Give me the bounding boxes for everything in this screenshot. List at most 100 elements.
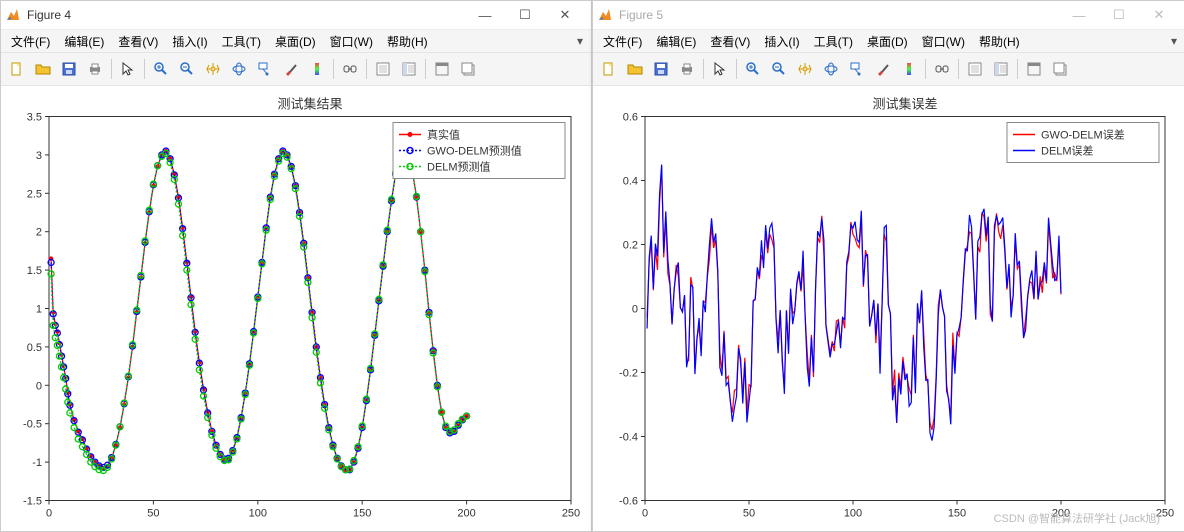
new-file-icon[interactable] — [597, 57, 621, 81]
titlebar[interactable]: Figure 4 — ☐ ✕ — [1, 1, 591, 30]
colorbar-icon[interactable] — [897, 57, 921, 81]
pointer-icon[interactable] — [116, 57, 140, 81]
plottools-on-icon[interactable] — [397, 57, 421, 81]
zoom-out-icon[interactable] — [767, 57, 791, 81]
menu-view[interactable]: 查看(V) — [112, 31, 164, 52]
legend-entry: GWO-DELM误差 — [1041, 128, 1125, 142]
svg-text:50: 50 — [743, 508, 755, 520]
menubar: 文件(F) 编辑(E) 查看(V) 插入(I) 工具(T) 桌面(D) 窗口(W… — [1, 30, 591, 53]
svg-text:0.6: 0.6 — [623, 112, 638, 124]
maximize-button[interactable]: ☐ — [505, 2, 545, 28]
plot-area[interactable]: 050100150200250-0.6-0.4-0.200.20.40.6测试集… — [593, 86, 1184, 531]
legend-entry: DELM预测值 — [427, 161, 491, 174]
close-button[interactable]: ✕ — [1139, 2, 1179, 28]
menu-tools[interactable]: 工具(T) — [808, 31, 859, 52]
menu-edit[interactable]: 编辑(E) — [650, 31, 702, 52]
dock-icon[interactable] — [1022, 57, 1046, 81]
svg-text:0: 0 — [642, 508, 648, 520]
menu-tools[interactable]: 工具(T) — [216, 31, 267, 52]
menu-desktop[interactable]: 桌面(D) — [861, 31, 914, 52]
svg-text:2.5: 2.5 — [27, 188, 42, 200]
svg-text:200: 200 — [457, 508, 475, 520]
menu-view[interactable]: 查看(V) — [704, 31, 756, 52]
svg-text:250: 250 — [1156, 508, 1174, 520]
svg-text:0: 0 — [46, 508, 52, 520]
open-file-icon[interactable] — [31, 57, 55, 81]
menu-help[interactable]: 帮助(H) — [381, 31, 434, 52]
open-file-icon[interactable] — [623, 57, 647, 81]
data-cursor-icon[interactable] — [253, 57, 277, 81]
legend-entry: 真实值 — [427, 128, 460, 142]
svg-text:0.2: 0.2 — [623, 240, 638, 252]
menu-help[interactable]: 帮助(H) — [973, 31, 1026, 52]
menubar: 文件(F) 编辑(E) 查看(V) 插入(I) 工具(T) 桌面(D) 窗口(W… — [593, 30, 1184, 53]
print-icon[interactable] — [83, 57, 107, 81]
menubar-overflow-icon[interactable]: ▾ — [573, 34, 587, 48]
menu-insert[interactable]: 插入(I) — [166, 31, 213, 52]
toolbar — [1, 53, 591, 86]
new-file-icon[interactable] — [5, 57, 29, 81]
minimize-button[interactable]: — — [1059, 2, 1099, 28]
svg-text:0: 0 — [632, 304, 638, 316]
undock-icon[interactable] — [456, 57, 480, 81]
svg-text:-1: -1 — [32, 457, 42, 469]
zoom-in-icon[interactable] — [149, 57, 173, 81]
svg-text:0.5: 0.5 — [27, 342, 42, 354]
close-button[interactable]: ✕ — [545, 2, 585, 28]
data-cursor-icon[interactable] — [845, 57, 869, 81]
brush-icon[interactable] — [279, 57, 303, 81]
svg-text:50: 50 — [147, 508, 159, 520]
pan-icon[interactable] — [201, 57, 225, 81]
menu-file[interactable]: 文件(F) — [597, 31, 648, 52]
plot-area[interactable]: 050100150200250-1.5-1-0.500.511.522.533.… — [1, 86, 591, 531]
svg-text:-0.5: -0.5 — [23, 419, 42, 431]
svg-text:100: 100 — [249, 508, 267, 520]
save-icon[interactable] — [649, 57, 673, 81]
svg-text:-1.5: -1.5 — [23, 496, 42, 508]
menu-file[interactable]: 文件(F) — [5, 31, 56, 52]
maximize-button[interactable]: ☐ — [1099, 2, 1139, 28]
plottools-off-icon[interactable] — [371, 57, 395, 81]
window-title: Figure 5 — [619, 8, 1059, 22]
series-line — [51, 150, 467, 471]
minimize-button[interactable]: — — [465, 2, 505, 28]
plot-title: 测试集结果 — [277, 97, 342, 112]
zoom-in-icon[interactable] — [741, 57, 765, 81]
series-delm-error — [647, 165, 1061, 441]
plottools-on-icon[interactable] — [989, 57, 1013, 81]
menu-desktop[interactable]: 桌面(D) — [269, 31, 322, 52]
print-icon[interactable] — [675, 57, 699, 81]
window-title: Figure 4 — [27, 8, 465, 22]
titlebar[interactable]: Figure 5 — ☐ ✕ — [593, 1, 1184, 30]
svg-text:3: 3 — [36, 150, 42, 162]
svg-text:-0.4: -0.4 — [619, 432, 638, 444]
zoom-out-icon[interactable] — [175, 57, 199, 81]
menu-window[interactable]: 窗口(W) — [916, 31, 971, 52]
colorbar-icon[interactable] — [305, 57, 329, 81]
figure-window-5: Figure 5 — ☐ ✕ 文件(F) 编辑(E) 查看(V) 插入(I) 工… — [592, 0, 1184, 532]
svg-text:1.5: 1.5 — [27, 265, 42, 277]
link-icon[interactable] — [930, 57, 954, 81]
brush-icon[interactable] — [871, 57, 895, 81]
axes[interactable]: 050100150200250-1.5-1-0.500.511.522.533.… — [1, 86, 591, 531]
pan-icon[interactable] — [793, 57, 817, 81]
menu-insert[interactable]: 插入(I) — [758, 31, 805, 52]
rotate3d-icon[interactable] — [819, 57, 843, 81]
link-icon[interactable] — [338, 57, 362, 81]
rotate3d-icon[interactable] — [227, 57, 251, 81]
svg-text:0: 0 — [36, 380, 42, 392]
svg-text:150: 150 — [353, 508, 371, 520]
plottools-off-icon[interactable] — [963, 57, 987, 81]
series-gwo-delm-error — [647, 166, 1061, 430]
toolbar — [593, 53, 1184, 86]
menu-edit[interactable]: 编辑(E) — [58, 31, 110, 52]
menu-window[interactable]: 窗口(W) — [324, 31, 379, 52]
svg-text:200: 200 — [1052, 508, 1070, 520]
menubar-overflow-icon[interactable]: ▾ — [1167, 34, 1181, 48]
dock-icon[interactable] — [430, 57, 454, 81]
matlab-icon — [597, 7, 613, 23]
undock-icon[interactable] — [1048, 57, 1072, 81]
pointer-icon[interactable] — [708, 57, 732, 81]
save-icon[interactable] — [57, 57, 81, 81]
axes[interactable]: 050100150200250-0.6-0.4-0.200.20.40.6测试集… — [593, 86, 1184, 531]
